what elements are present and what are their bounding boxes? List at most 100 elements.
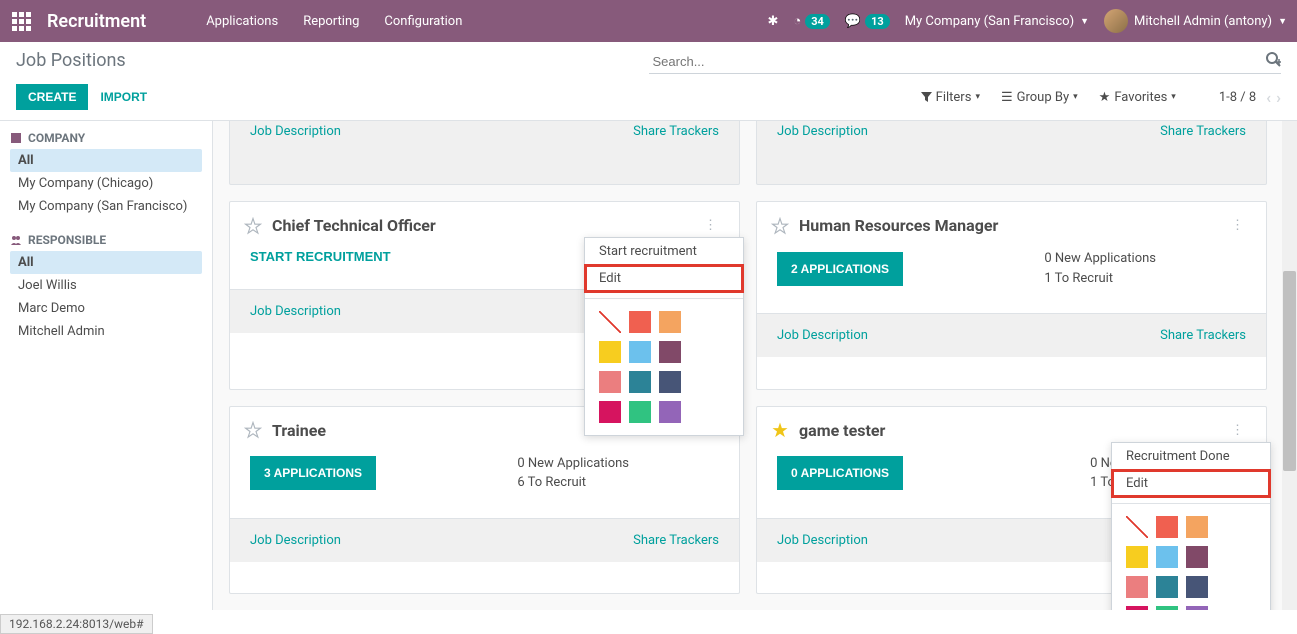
- card-gametester[interactable]: game tester ⋮ 0 APPLICATIONS 0 New Appl …: [756, 406, 1267, 594]
- color-swatch[interactable]: [599, 401, 621, 423]
- pager-prev[interactable]: ‹: [1266, 88, 1271, 107]
- card-title: Human Resources Manager: [799, 216, 1227, 235]
- avatar: [1104, 9, 1128, 33]
- stat-new-applications: 0 New Applications: [517, 454, 629, 474]
- sidebar-company-all[interactable]: All: [10, 149, 202, 172]
- color-swatch[interactable]: [1186, 546, 1208, 568]
- groupby-dropdown[interactable]: ☰ Group By ▾: [993, 86, 1086, 109]
- sidebar-responsible-all[interactable]: All: [10, 251, 202, 274]
- sidebar-responsible-mitchell[interactable]: Mitchell Admin: [10, 320, 202, 343]
- card-footer-partial-left: Job Description Share Trackers: [229, 121, 740, 185]
- color-swatch[interactable]: [1186, 576, 1208, 598]
- job-description-link[interactable]: Job Description: [777, 124, 868, 170]
- card-menu-button[interactable]: ⋮: [1227, 423, 1248, 438]
- dropdown-edit[interactable]: Edit: [585, 265, 743, 292]
- color-swatch[interactable]: [659, 311, 681, 333]
- messages-indicator[interactable]: 💬 13: [845, 14, 890, 29]
- breadcrumb: Job Positions: [16, 50, 126, 71]
- activity-indicator[interactable]: ◔ 34: [793, 13, 829, 29]
- share-trackers-link[interactable]: Share Trackers: [633, 124, 719, 170]
- pager-next[interactable]: ›: [1276, 88, 1281, 107]
- color-swatch[interactable]: [1186, 516, 1208, 538]
- card-menu-button[interactable]: ⋮: [1227, 218, 1248, 233]
- apps-menu-icon[interactable]: [5, 0, 37, 42]
- search-button[interactable]: [1265, 51, 1281, 72]
- share-trackers-link[interactable]: Share Trackers: [633, 533, 719, 548]
- navbar: Recruitment Applications Reporting Confi…: [0, 0, 1297, 42]
- user-menu[interactable]: Mitchell Admin (antony) ▼: [1104, 9, 1287, 33]
- share-trackers-link[interactable]: Share Trackers: [1160, 328, 1246, 343]
- color-swatch[interactable]: [629, 311, 651, 333]
- sidebar-company-chicago[interactable]: My Company (Chicago): [10, 172, 202, 195]
- import-button[interactable]: Import: [100, 90, 147, 104]
- card-title: Chief Technical Officer: [272, 216, 700, 235]
- color-swatch[interactable]: [1126, 576, 1148, 598]
- color-swatch[interactable]: [1186, 606, 1208, 610]
- share-trackers-link[interactable]: Share Trackers: [1160, 124, 1246, 170]
- sidebar-responsible-marc[interactable]: Marc Demo: [10, 297, 202, 320]
- color-swatch[interactable]: [659, 371, 681, 393]
- color-swatch[interactable]: [599, 371, 621, 393]
- activity-badge: 34: [805, 14, 830, 29]
- color-swatch[interactable]: [1156, 546, 1178, 568]
- favorites-dropdown[interactable]: ★ Favorites ▾: [1091, 86, 1184, 109]
- color-picker: [1112, 504, 1270, 610]
- sidebar: COMPANY All My Company (Chicago) My Comp…: [0, 121, 213, 610]
- color-swatch[interactable]: [1126, 546, 1148, 568]
- scrollbar-thumb[interactable]: [1283, 271, 1296, 471]
- sidebar-responsible-header: RESPONSIBLE: [10, 233, 202, 247]
- nav-reporting[interactable]: Reporting: [293, 14, 369, 29]
- filters-dropdown[interactable]: Filters ▾: [913, 86, 988, 109]
- star-icon[interactable]: [771, 217, 789, 235]
- color-swatch[interactable]: [1126, 606, 1148, 610]
- scrollbar[interactable]: [1282, 121, 1297, 610]
- star-icon[interactable]: [244, 217, 262, 235]
- dropdown-start-recruitment[interactable]: Start recruitment: [585, 238, 743, 265]
- applications-button[interactable]: 2 APPLICATIONS: [777, 252, 903, 286]
- stat-to-recruit: 6 To Recruit: [517, 473, 629, 493]
- search-input[interactable]: [649, 50, 1266, 73]
- color-swatch[interactable]: [1126, 516, 1148, 538]
- sidebar-company-sf[interactable]: My Company (San Francisco): [10, 195, 202, 218]
- job-description-link[interactable]: Job Description: [250, 124, 341, 170]
- job-description-link[interactable]: Job Description: [250, 304, 341, 319]
- color-swatch[interactable]: [599, 311, 621, 333]
- color-swatch[interactable]: [659, 401, 681, 423]
- star-icon[interactable]: [771, 421, 789, 439]
- color-swatch[interactable]: [1156, 516, 1178, 538]
- card-dropdown: Recruitment Done Edit: [1111, 442, 1271, 610]
- sidebar-responsible-joel[interactable]: Joel Willis: [10, 274, 202, 297]
- star-icon[interactable]: [244, 421, 262, 439]
- color-swatch[interactable]: [629, 371, 651, 393]
- dropdown-recruitment-done[interactable]: Recruitment Done: [1112, 443, 1270, 470]
- caret-down-icon: ▼: [1080, 16, 1089, 27]
- nav-applications[interactable]: Applications: [196, 14, 288, 29]
- job-description-link[interactable]: Job Description: [250, 533, 341, 548]
- applications-button[interactable]: 0 APPLICATIONS: [777, 456, 903, 490]
- color-swatch[interactable]: [1156, 606, 1178, 610]
- job-description-link[interactable]: Job Description: [777, 328, 868, 343]
- company-switcher[interactable]: My Company (San Francisco) ▼: [905, 14, 1089, 29]
- dropdown-edit[interactable]: Edit: [1112, 470, 1270, 497]
- app-brand[interactable]: Recruitment: [47, 11, 146, 32]
- create-button[interactable]: Create: [16, 84, 88, 110]
- color-swatch[interactable]: [629, 401, 651, 423]
- color-swatch[interactable]: [629, 341, 651, 363]
- color-swatch[interactable]: [1156, 576, 1178, 598]
- stat-to-recruit: 1 To Recruit: [1044, 269, 1156, 289]
- color-swatch[interactable]: [659, 341, 681, 363]
- chat-icon: 💬: [845, 14, 861, 29]
- debug-icon[interactable]: ✱: [767, 14, 778, 29]
- card-cto[interactable]: Chief Technical Officer ⋮ START RECRUITM…: [229, 201, 740, 389]
- card-menu-button[interactable]: ⋮: [700, 218, 721, 233]
- color-swatch[interactable]: [599, 341, 621, 363]
- applications-button[interactable]: 3 APPLICATIONS: [250, 456, 376, 490]
- start-recruitment-button[interactable]: START RECRUITMENT: [250, 249, 391, 264]
- card-title: game tester: [799, 421, 1227, 440]
- statusbar: 192.168.2.24:8013/web#: [0, 614, 153, 634]
- card-hrm[interactable]: Human Resources Manager ⋮ 2 APPLICATIONS…: [756, 201, 1267, 389]
- pager-text[interactable]: 1-8 / 8: [1219, 90, 1256, 105]
- nav-configuration[interactable]: Configuration: [374, 14, 472, 29]
- filter-icon: [921, 92, 932, 103]
- job-description-link[interactable]: Job Description: [777, 533, 868, 548]
